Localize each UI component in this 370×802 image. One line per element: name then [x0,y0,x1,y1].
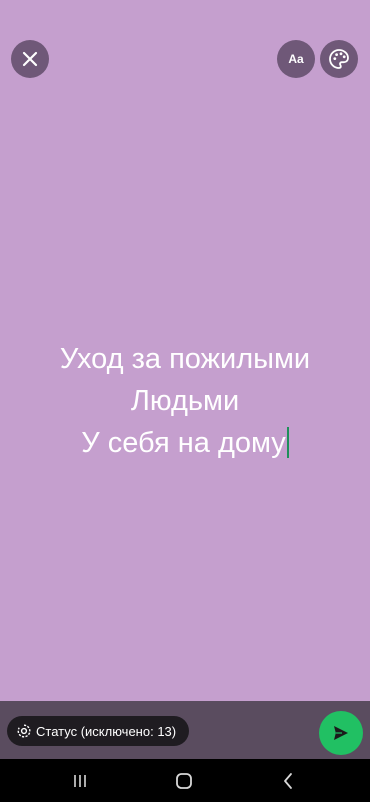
text-cursor [286,427,289,458]
status-text-input[interactable]: Уход за пожилыми Людьми У себя на дому [0,338,370,464]
status-privacy-button[interactable]: Статус (исключено: 13) [7,716,190,746]
status-text-line: Уход за пожилыми [59,343,311,375]
home-button[interactable] [173,770,195,792]
status-canvas[interactable]: Aa Уход за пожилыми Людьми У себя на дом… [0,0,370,701]
back-button[interactable] [277,770,299,792]
status-text-line: У себя на дому [81,427,286,459]
recents-button[interactable] [69,770,91,792]
system-nav-bar [0,759,370,802]
status-text-line: Людьми [130,385,240,417]
status-privacy-icon [17,724,31,738]
palette-icon [329,49,349,69]
close-icon [22,51,38,67]
close-button[interactable] [11,40,49,78]
status-privacy-label: Статус (исключено: 13) [36,723,177,739]
bottom-bar: Статус (исключено: 13) [0,701,370,759]
home-icon [176,773,192,789]
back-icon [284,773,292,789]
send-button[interactable] [319,711,363,755]
send-icon [334,726,348,740]
color-button[interactable] [320,40,358,78]
font-button[interactable]: Aa [277,40,315,78]
font-button-label: Aa [288,52,304,66]
recents-icon [74,775,86,787]
